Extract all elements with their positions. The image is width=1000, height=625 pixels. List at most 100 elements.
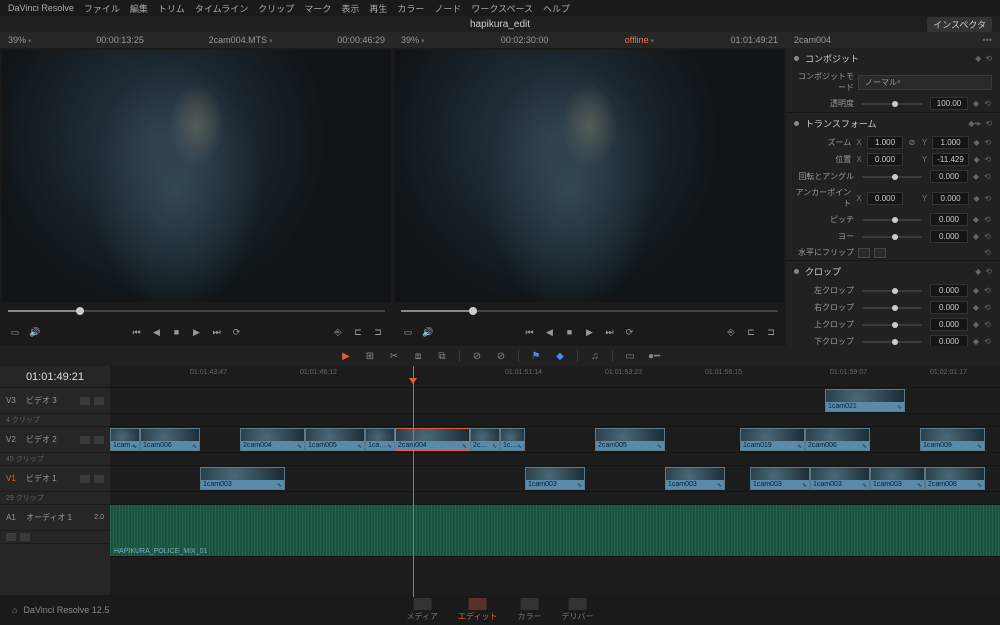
reset-icon[interactable]: ⟲ [985, 119, 992, 128]
crop-top-value[interactable]: 0.000 [930, 318, 968, 331]
trim-tool-icon[interactable]: ⊞ [363, 351, 377, 362]
source-zoom-dropdown[interactable]: 39% [8, 35, 31, 45]
crop-top-slider[interactable] [862, 324, 922, 326]
marker-icon[interactable]: ◆ [553, 351, 567, 362]
source-clip-name[interactable]: 2cam004.MTS [209, 35, 273, 45]
timeline-timecode[interactable]: 01:01:49:21 [0, 366, 110, 388]
timeline-clip[interactable]: 2cam004∿ [395, 428, 470, 451]
keyframe-icon[interactable]: ◆ [975, 54, 981, 63]
crop-section-header[interactable]: クロップ ◆⟲ [786, 261, 1000, 282]
pitch-slider[interactable] [862, 219, 922, 221]
crop-right-value[interactable]: 0.000 [930, 301, 968, 314]
timeline-clip[interactable]: 2c…∿ [470, 428, 500, 451]
timeline-clip[interactable]: 1cam003∿ [870, 467, 925, 490]
track-a1[interactable]: HAPIKURA_POLICE_MIX_01 [110, 505, 1000, 557]
program-status[interactable]: offline [625, 35, 654, 45]
timeline-clip[interactable]: 1cam…∿ [110, 428, 140, 451]
source-canvas[interactable] [2, 50, 391, 302]
pos-x-value[interactable]: 0.000 [867, 153, 903, 166]
timeline-clip[interactable]: 1cam006∿ [140, 428, 200, 451]
reset-icon[interactable]: ⟲ [985, 54, 992, 63]
playhead[interactable] [413, 366, 414, 597]
timeline-tracks[interactable]: 01:01:43:4701:01:46:1201:01:51:1401:01:5… [110, 366, 1000, 597]
menu-item[interactable]: マーク [304, 2, 331, 15]
track-header-v3[interactable]: V3ビデオ 3 [0, 388, 110, 414]
menu-item[interactable]: ファイル [84, 2, 120, 15]
view-options-icon[interactable]: ▭ [623, 351, 637, 362]
prev-frame-button[interactable]: ◀ [150, 327, 164, 338]
track-v1[interactable]: 1cam003∿1cam003∿1cam003∿1cam003∿1cam003∿… [110, 466, 1000, 492]
in-point-button[interactable]: ⊏ [351, 327, 365, 338]
menu-item[interactable]: タイムライン [195, 2, 248, 15]
timeline-clip[interactable]: 1cam019∿ [740, 428, 805, 451]
blade-tool-icon[interactable]: ✂ [387, 351, 401, 362]
match-frame-button[interactable]: ⎆ [724, 327, 738, 338]
opacity-slider[interactable] [862, 103, 922, 105]
opacity-value[interactable]: 100.00 [930, 97, 968, 110]
pitch-value[interactable]: 0.000 [930, 213, 968, 226]
reset-icon[interactable]: ⟲ [985, 267, 992, 276]
first-frame-button[interactable]: ⏮ [130, 327, 144, 338]
anchor-x-value[interactable]: 0.000 [867, 192, 903, 205]
page-tab-エディット[interactable]: エディット [458, 598, 497, 622]
timeline-clip[interactable]: 1cam003∿ [665, 467, 725, 490]
menu-item[interactable]: 表示 [341, 2, 359, 15]
timeline-clip[interactable]: 2cam008∿ [925, 467, 985, 490]
flag-icon[interactable]: ⚑ [529, 351, 543, 362]
selection-tool-icon[interactable]: ▶ [339, 351, 353, 362]
page-tab-カラー[interactable]: カラー [517, 598, 541, 622]
page-tab-メディア[interactable]: メディア [407, 598, 438, 622]
viewer-mode-icon[interactable]: ▭ [401, 327, 415, 338]
menu-item[interactable]: カラー [397, 2, 424, 15]
crop-bottom-slider[interactable] [862, 341, 922, 343]
flip-v-button[interactable] [874, 248, 886, 258]
play-button[interactable]: ▶ [190, 327, 204, 338]
track-header-v2[interactable]: V2ビデオ 2 [0, 427, 110, 453]
timeline-clip[interactable]: 2cam005∿ [595, 428, 665, 451]
match-frame-button[interactable]: ⎆ [331, 327, 345, 338]
next-frame-button[interactable]: ⏭ [603, 327, 617, 338]
track-header-v1[interactable]: V1ビデオ 1 [0, 466, 110, 492]
timeline-clip[interactable]: 1cam005∿ [305, 428, 365, 451]
volume-icon[interactable]: 🔊 [421, 327, 435, 338]
first-frame-button[interactable]: ⏮ [523, 327, 537, 338]
menu-item[interactable]: DaVinci Resolve [8, 3, 74, 13]
out-point-button[interactable]: ⊐ [371, 327, 385, 338]
prev-frame-button[interactable]: ◀ [543, 327, 557, 338]
yaw-value[interactable]: 0.000 [930, 230, 968, 243]
timeline-clip[interactable]: 1cam003∿ [200, 467, 285, 490]
track-v3[interactable]: 1cam021∿ [110, 388, 1000, 414]
loop-button[interactable]: ⟳ [623, 327, 637, 338]
transform-section-header[interactable]: トランスフォーム ◆•▸⟲ [786, 113, 1000, 134]
timeline-clip[interactable]: 2cam004∿ [240, 428, 305, 451]
timeline-clip[interactable]: 1cam003∿ [525, 467, 585, 490]
timeline-clip[interactable]: 1cam003∿ [810, 467, 870, 490]
flip-h-button[interactable] [858, 248, 870, 258]
out-point-button[interactable]: ⊐ [764, 327, 778, 338]
program-scrubber[interactable] [393, 304, 786, 318]
menu-item[interactable]: 編集 [130, 2, 148, 15]
composite-section-header[interactable]: コンポジット ◆⟲ [786, 48, 1000, 69]
volume-icon[interactable]: 🔊 [28, 327, 42, 338]
keyframe-icon[interactable]: ◆ [972, 99, 980, 108]
composite-mode-select[interactable]: ノーマル [858, 75, 992, 90]
menu-item[interactable]: ワークスペース [471, 2, 533, 15]
source-scrubber[interactable] [0, 304, 393, 318]
overwrite-tool-icon[interactable]: ⧉ [435, 351, 449, 362]
track-header-a1[interactable]: A1オーディオ 12.0 [0, 505, 110, 531]
crop-left-value[interactable]: 0.000 [930, 284, 968, 297]
rotation-slider[interactable] [862, 176, 922, 178]
play-button[interactable]: ▶ [583, 327, 597, 338]
timeline-clip[interactable]: 2cam006∿ [805, 428, 870, 451]
zoom-x-value[interactable]: 1.000 [867, 136, 903, 149]
in-point-button[interactable]: ⊏ [744, 327, 758, 338]
program-zoom-dropdown[interactable]: 39% [401, 35, 424, 45]
crop-left-slider[interactable] [862, 290, 922, 292]
insert-tool-icon[interactable]: ⧈ [411, 351, 425, 362]
stop-button[interactable]: ■ [170, 327, 184, 337]
zoom-slider[interactable]: ●━ [647, 351, 661, 362]
lock-icon[interactable] [6, 533, 16, 541]
timeline-clip[interactable]: 1ca…∿ [365, 428, 395, 451]
timeline-clip[interactable]: 1cam009∿ [920, 428, 985, 451]
timeline-clip[interactable]: 1c…∿ [500, 428, 525, 451]
